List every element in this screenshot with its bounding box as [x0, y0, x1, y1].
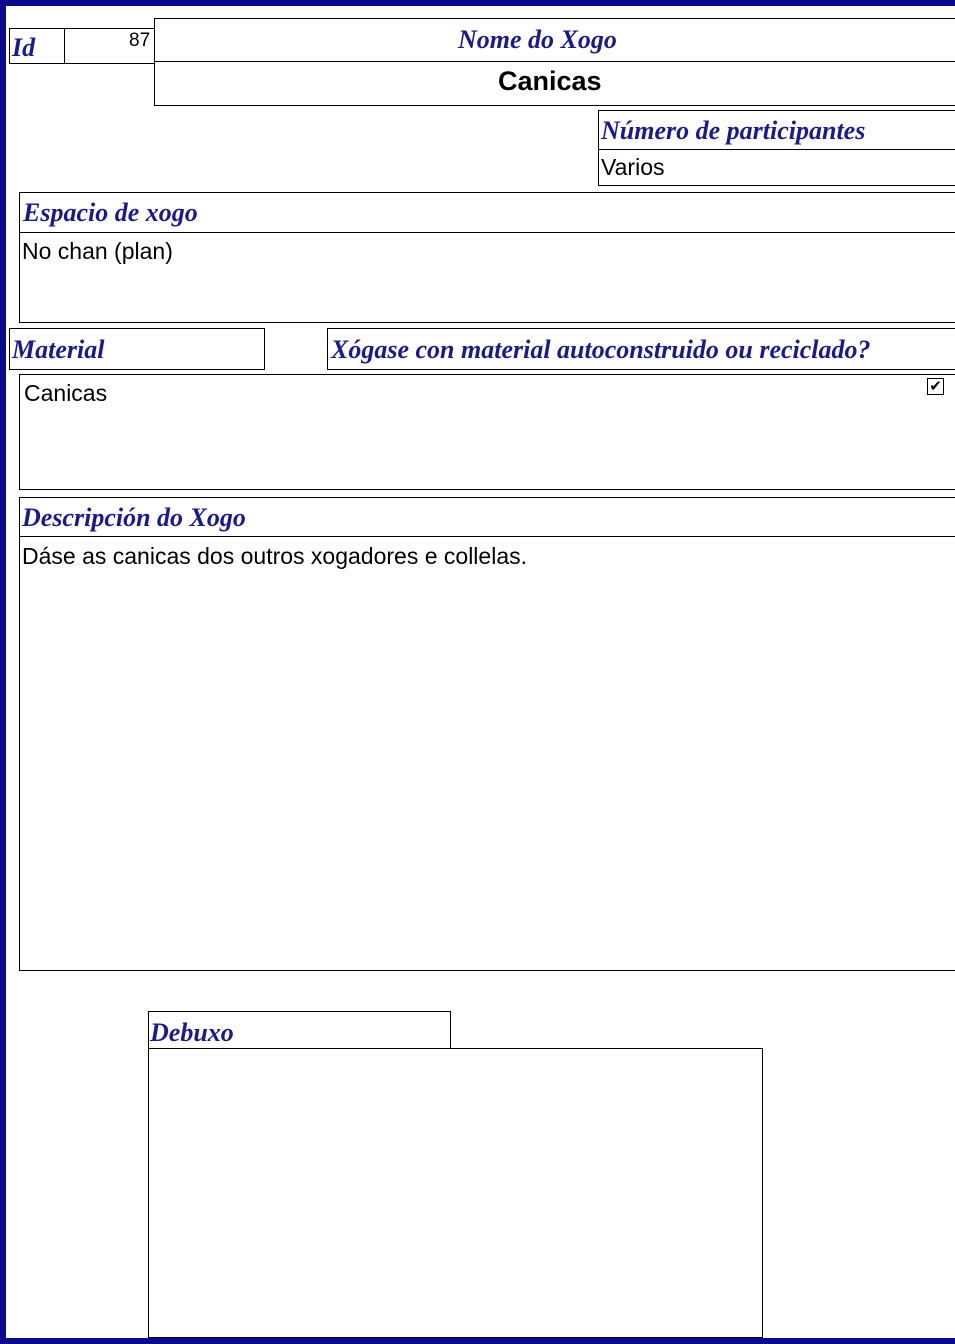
- description-value: Dáse as canicas dos outros xogadores e c…: [22, 543, 528, 569]
- material-value: Canicas: [24, 380, 108, 406]
- id-value: 87: [129, 30, 151, 51]
- play-space-side-box: [636, 232, 955, 323]
- game-name-value: Canicas: [498, 66, 602, 96]
- recycled-checkbox[interactable]: ✔: [927, 378, 944, 395]
- material-field[interactable]: [19, 374, 955, 490]
- play-space-label: Espacio de xogo: [23, 198, 198, 227]
- description-label: Descripción do Xogo: [22, 503, 246, 532]
- game-name-label: Nome do Xogo: [458, 25, 617, 54]
- frame-bottom-border: [0, 1338, 955, 1344]
- recycled-label: Xógase con material autoconstruido ou re…: [331, 335, 871, 364]
- frame-top-border: [0, 0, 955, 6]
- drawing-area[interactable]: [148, 1048, 763, 1338]
- play-space-value: No chan (plan): [22, 238, 173, 264]
- participants-label: Número de participantes: [601, 116, 866, 145]
- description-field[interactable]: [19, 536, 955, 971]
- material-label: Material: [12, 335, 105, 364]
- frame-left-border: [0, 0, 6, 1344]
- id-label: Id: [12, 33, 36, 62]
- drawing-label: Debuxo: [150, 1018, 234, 1047]
- participants-value: Varios: [601, 154, 665, 180]
